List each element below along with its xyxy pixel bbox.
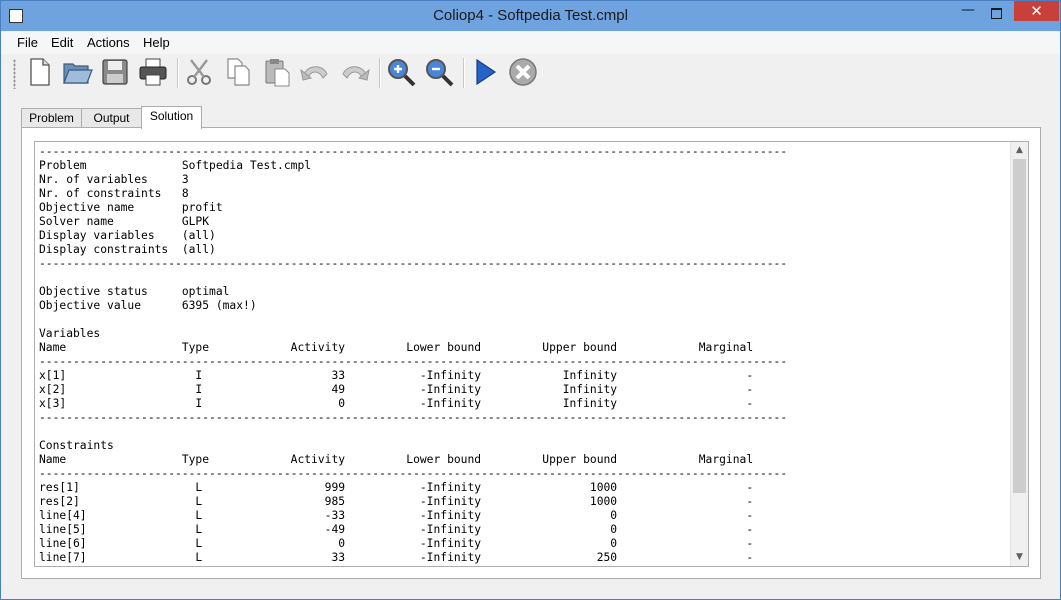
toolbar-separator [177, 58, 178, 88]
tab-output[interactable]: Output [81, 108, 142, 128]
run-icon [476, 58, 497, 86]
redo-button[interactable] [339, 56, 371, 88]
scroll-up-icon[interactable]: ▲ [1011, 142, 1028, 159]
solution-text-area[interactable]: ----------------------------------------… [34, 141, 1029, 567]
new-file-button[interactable] [23, 56, 55, 88]
print-icon [139, 58, 167, 86]
save-icon [102, 59, 128, 85]
tab-problem[interactable]: Problem [21, 108, 82, 128]
undo-icon [300, 66, 328, 81]
menu-bar: File Edit Actions Help [1, 32, 1060, 54]
menu-help[interactable]: Help [143, 35, 170, 50]
stop-button[interactable] [507, 56, 539, 88]
stop-icon [509, 58, 537, 86]
title-bar[interactable]: Coliop4 - Softpedia Test.cmpl — ✕ [1, 1, 1060, 31]
zoom-in-button[interactable] [385, 56, 417, 88]
scrollbar-thumb[interactable] [1013, 159, 1026, 493]
maximize-button[interactable] [983, 3, 1009, 23]
open-button[interactable] [61, 56, 93, 88]
toolbar-separator [463, 58, 464, 88]
zoom-in-icon [388, 59, 416, 87]
copy-icon [227, 58, 250, 86]
zoom-out-button[interactable] [423, 56, 455, 88]
paste-icon [265, 59, 290, 87]
menu-edit[interactable]: Edit [51, 35, 73, 50]
undo-button[interactable] [299, 56, 331, 88]
toolbar [1, 54, 1060, 94]
save-button[interactable] [99, 56, 131, 88]
maximize-icon [990, 8, 1002, 19]
run-button[interactable] [469, 56, 501, 88]
paste-button[interactable] [261, 56, 293, 88]
redo-icon [342, 66, 370, 81]
solution-output: ----------------------------------------… [39, 145, 788, 564]
zoom-out-icon [426, 59, 454, 87]
toolbar-grip[interactable] [13, 59, 16, 89]
print-button[interactable] [137, 56, 169, 88]
new-file-icon [30, 58, 50, 86]
close-button[interactable]: ✕ [1014, 1, 1059, 21]
window-title: Coliop4 - Softpedia Test.cmpl [433, 7, 628, 24]
toolbar-separator [379, 58, 380, 88]
solution-panel: ----------------------------------------… [21, 127, 1041, 579]
vertical-scrollbar[interactable]: ▲ ▼ [1010, 142, 1028, 566]
cut-icon [187, 59, 211, 85]
copy-button[interactable] [223, 56, 255, 88]
minimize-button[interactable]: — [955, 3, 981, 23]
scroll-down-icon[interactable]: ▼ [1011, 549, 1028, 566]
menu-actions[interactable]: Actions [87, 35, 130, 50]
cut-button[interactable] [183, 56, 215, 88]
tab-solution[interactable]: Solution [141, 106, 202, 129]
open-folder-icon [63, 63, 93, 84]
app-window: Coliop4 - Softpedia Test.cmpl — ✕ File E… [0, 0, 1061, 600]
menu-file[interactable]: File [17, 35, 38, 50]
